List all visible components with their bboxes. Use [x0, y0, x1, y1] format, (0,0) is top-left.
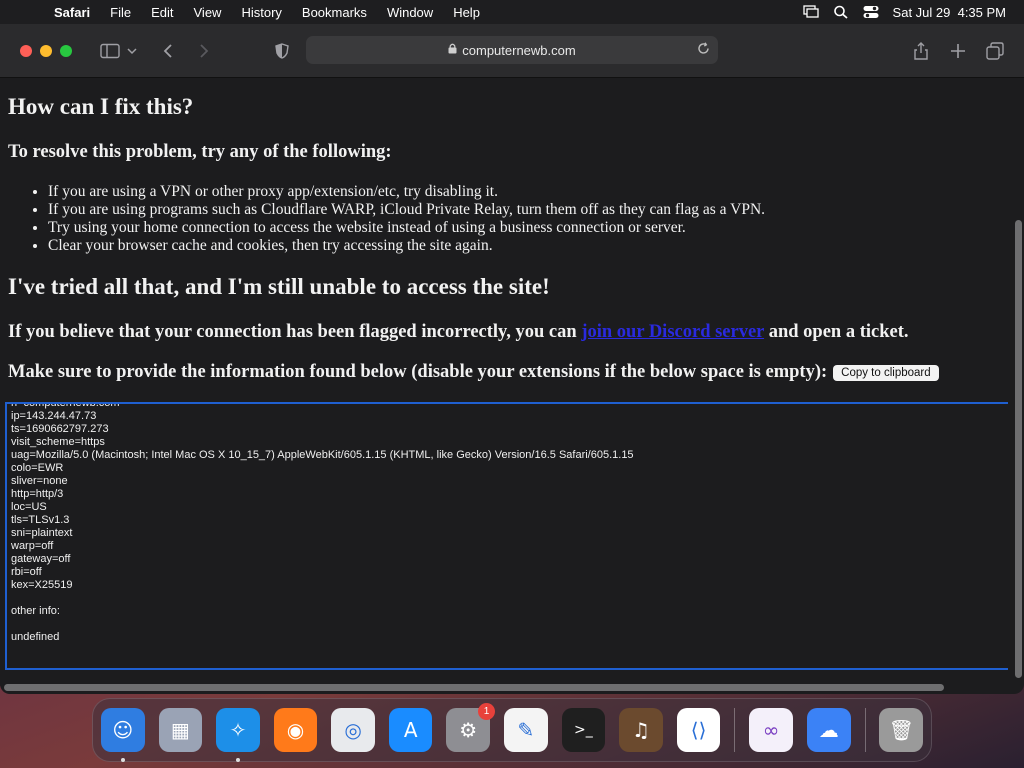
vertical-scrollbar[interactable]: [1015, 220, 1022, 678]
menubar-clock[interactable]: Sat Jul 29 4:35 PM: [893, 5, 1006, 20]
provide-info-paragraph: Make sure to provide the information fou…: [8, 362, 939, 383]
discord-link[interactable]: join our Discord server: [581, 322, 764, 342]
app-store-icon[interactable]: A: [388, 708, 433, 752]
weather-icon[interactable]: ☁: [806, 708, 851, 752]
info-line: sni=plaintext: [11, 527, 73, 539]
close-window-button[interactable]: [20, 44, 32, 57]
info-line: [11, 618, 1008, 631]
info-line: ts=1690662797.273: [11, 423, 109, 435]
browser-toolbar: computernewb.com: [0, 24, 1024, 78]
back-icon[interactable]: [154, 37, 182, 65]
reload-icon[interactable]: [697, 42, 710, 58]
tip-item: If you are using a VPN or other proxy ap…: [48, 183, 765, 201]
info-line: visit_scheme=https: [11, 436, 105, 448]
screen-mirroring-icon[interactable]: [802, 5, 819, 19]
menu-app-safari[interactable]: Safari: [44, 5, 100, 20]
menubar-status-area: Sat Jul 29 4:35 PM: [802, 5, 1024, 20]
share-icon[interactable]: [907, 37, 935, 65]
info-line: kex=X25519: [11, 579, 73, 591]
info-line: gateway=off: [11, 553, 71, 565]
flagged-paragraph: If you believe that your connection has …: [8, 322, 909, 343]
menu-view[interactable]: View: [184, 5, 232, 20]
info-line: sliver=none: [11, 475, 68, 487]
info-line: other info:: [11, 605, 60, 617]
address-bar[interactable]: computernewb.com: [306, 36, 718, 64]
menu-bar: Safari File Edit View History Bookmarks …: [0, 0, 1024, 24]
running-indicator: [236, 758, 241, 762]
heading-how-to-fix: How can I fix this?: [8, 94, 194, 119]
dock-separator: [734, 708, 736, 752]
forward-icon[interactable]: [190, 37, 218, 65]
dock: ☺ ▦ ✧ ◉ ◎ A ⚙ 1 ✎ >_ ♫ ⟨⟩ ∞ ☁ 🗑: [92, 698, 932, 762]
info-line: colo=EWR: [11, 462, 64, 474]
menu-bookmarks[interactable]: Bookmarks: [292, 5, 377, 20]
info-line: rbi=off: [11, 566, 42, 578]
safari-window: computernewb.com How can I fix this? To …: [0, 24, 1024, 694]
spotlight-search-icon[interactable]: [833, 5, 849, 19]
firefox-icon[interactable]: ◉: [273, 708, 318, 752]
info-line: http=http/3: [11, 488, 64, 500]
chevron-down-icon[interactable]: [124, 37, 140, 65]
running-indicator: [121, 758, 125, 762]
info-line: ip=143.244.47.73: [11, 410, 97, 422]
flagged-suffix: and open a ticket.: [764, 322, 909, 342]
dock-separator: [864, 708, 866, 752]
launchpad-icon[interactable]: ▦: [158, 708, 203, 752]
safari-icon[interactable]: ✧: [216, 708, 260, 762]
menu-history[interactable]: History: [231, 5, 291, 20]
minimize-window-button[interactable]: [40, 44, 52, 57]
terminal-icon[interactable]: >_: [561, 708, 606, 752]
tips-list: If you are using a VPN or other proxy ap…: [48, 183, 765, 255]
info-line: h=computernewb.com: [11, 402, 120, 409]
lock-icon: [448, 43, 457, 57]
info-line: warp=off: [11, 540, 54, 552]
zoom-window-button[interactable]: [60, 44, 72, 57]
trash-icon[interactable]: 🗑: [879, 708, 924, 752]
tab-overview-icon[interactable]: [981, 37, 1009, 65]
chrome-icon[interactable]: ◎: [331, 708, 375, 752]
flagged-prefix: If you believe that your connection has …: [8, 322, 582, 342]
tip-item: Clear your browser cache and cookies, th…: [48, 237, 765, 255]
garageband-icon[interactable]: ♫: [619, 708, 663, 752]
textedit-icon[interactable]: ✎: [504, 708, 548, 752]
control-center-icon[interactable]: [863, 5, 879, 19]
page-content: How can I fix this? To resolve this prob…: [0, 78, 1008, 686]
menu-file[interactable]: File: [100, 5, 141, 20]
privacy-shield-icon[interactable]: [268, 37, 296, 65]
info-line: uag=Mozilla/5.0 (Macintosh; Intel Mac OS…: [11, 449, 634, 461]
connection-info-textarea[interactable]: h=computernewb.com ip=143.244.47.73 ts=169…: [5, 402, 1008, 670]
tip-item: If you are using programs such as Cloudf…: [48, 201, 765, 219]
horizontal-scrollbar[interactable]: [4, 684, 944, 691]
new-tab-icon[interactable]: [944, 37, 972, 65]
provide-info-text: Make sure to provide the information fou…: [8, 362, 828, 382]
sidebar-toggle-icon[interactable]: [96, 37, 124, 65]
info-line: undefined: [11, 631, 60, 643]
url-text: computernewb.com: [462, 42, 576, 58]
notification-badge: 1: [478, 703, 496, 720]
system-settings-icon[interactable]: ⚙ 1: [446, 703, 496, 752]
finder-icon[interactable]: ☺: [101, 708, 145, 762]
menu-help[interactable]: Help: [443, 5, 490, 20]
heading-resolve: To resolve this problem, try any of the …: [8, 142, 392, 162]
vscode-icon[interactable]: ⟨⟩: [676, 708, 721, 752]
menu-window[interactable]: Window: [377, 5, 443, 20]
window-controls: [20, 44, 72, 57]
copy-to-clipboard-button[interactable]: Copy to clipboard: [833, 364, 939, 381]
tip-item: Try using your home connection to access…: [48, 219, 765, 237]
info-line: loc=US: [11, 501, 47, 513]
heading-still-unable: I've tried all that, and I'm still unabl…: [8, 274, 550, 299]
info-line: [11, 592, 1008, 605]
visual-studio-icon[interactable]: ∞: [749, 708, 793, 752]
menu-edit[interactable]: Edit: [141, 5, 183, 20]
info-line: tls=TLSv1.3: [11, 514, 70, 526]
